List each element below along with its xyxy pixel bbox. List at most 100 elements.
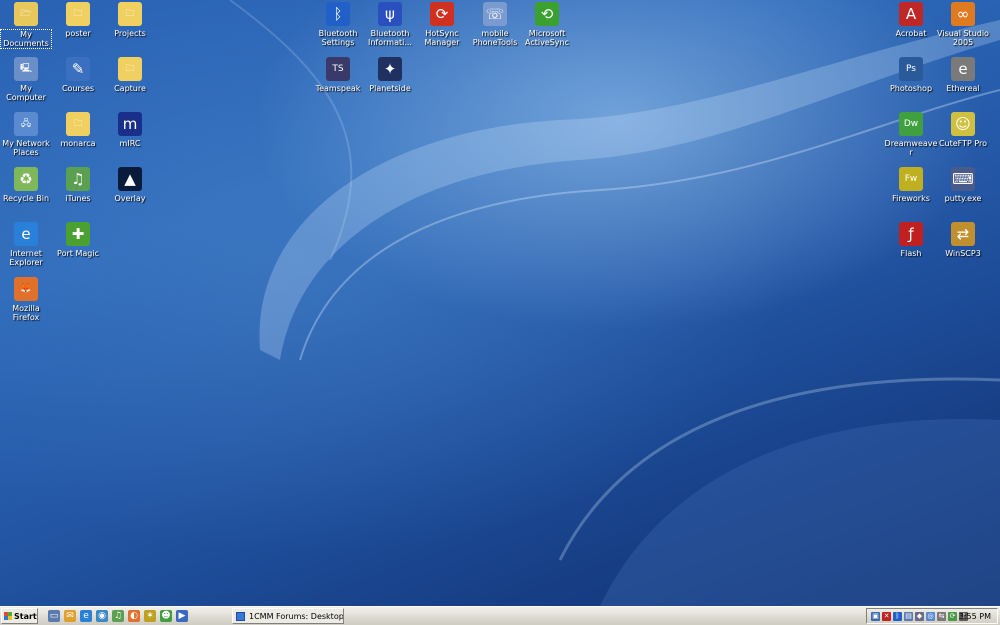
folder-icon: 🗀 — [118, 2, 142, 26]
desktop-icon-label: CuteFTP Pro — [938, 139, 988, 148]
connection-tray-icon[interactable]: ⇆ — [937, 611, 946, 621]
display-tray-icon[interactable]: ▤ — [904, 611, 913, 621]
desktop-icon-label: WinSCP3 — [945, 249, 981, 258]
network-quicklaunch-icon[interactable]: ◉ — [96, 610, 108, 622]
desktop-icon[interactable]: A Acrobat — [885, 0, 937, 38]
desktop-icon[interactable]: ☏ mobile PhoneTools — [469, 0, 521, 47]
desktop-icon-label: Visual Studio 2005 — [937, 29, 989, 47]
port-magic-icon: ✚ — [66, 222, 90, 246]
desktop-icon-label: monarca — [60, 139, 96, 148]
desktop-icon[interactable]: ▲ Overlay — [104, 165, 156, 203]
desktop-icon-label: My Computer — [6, 84, 46, 102]
desktop-icon[interactable]: 🗀 monarca — [52, 110, 104, 148]
taskbar-item-label: 1CMM Forums: Desktops... — [249, 611, 344, 621]
desktop-icon[interactable]: ⌨ putty.exe — [937, 165, 989, 203]
folder-icon: 🗀 — [66, 2, 90, 26]
folder-icon: 🗀 — [66, 112, 90, 136]
bluetooth-tray-icon[interactable]: ᛒ — [893, 611, 902, 621]
desktop-icon[interactable]: ψ Bluetooth Informati... — [364, 0, 416, 47]
update-tray-icon[interactable]: ◎ — [926, 611, 935, 621]
desktop-icon-label: Internet Explorer — [9, 249, 43, 267]
acrobat-icon: A — [899, 2, 923, 26]
network-places-icon: 🖧 — [14, 112, 38, 136]
sync-tray-icon[interactable]: ⟳ — [948, 611, 957, 621]
desktop-icon-label: Recycle Bin — [2, 194, 50, 203]
messenger-quicklaunch-icon[interactable]: ☻ — [160, 610, 172, 622]
courses-shortcut-icon: ✎ — [66, 57, 90, 81]
desktop-icon-label: My Network Places — [2, 139, 50, 157]
desktop-icon[interactable]: 🗀 poster — [52, 0, 104, 38]
desktop-icon[interactable]: 🦊 Mozilla Firefox — [0, 275, 52, 322]
show-desktop-icon[interactable]: ▭ — [48, 610, 60, 622]
dreamweaver-icon: Dw — [899, 112, 923, 136]
start-button[interactable]: Start — [1, 608, 38, 624]
desktop-icon[interactable]: Dw Dreamweaver — [885, 110, 937, 157]
desktop-icon[interactable]: m mIRC — [104, 110, 156, 148]
ie-quicklaunch-icon[interactable]: e — [80, 610, 92, 622]
recycle-bin-icon: ♻ — [14, 167, 38, 191]
desktop-icon-label: Mozilla Firefox — [12, 304, 40, 322]
hotsync-icon: ⟳ — [430, 2, 454, 26]
desktop-icon[interactable]: e Ethereal — [937, 55, 989, 93]
desktop-icon[interactable]: ⟳ HotSync Manager — [416, 0, 468, 47]
flash-icon: ƒ — [899, 222, 923, 246]
desktop[interactable]: 🗁 My Documents 🗀 poster 🗀 Projects 🖳 My Compute… — [0, 0, 1000, 606]
desktop-icon[interactable]: 🗀 Projects — [104, 0, 156, 38]
desktop-icon[interactable]: 🖧 My Network Places — [0, 110, 52, 157]
firefox-quicklaunch-icon[interactable]: ◐ — [128, 610, 140, 622]
fireworks-quicklaunch-icon[interactable]: ✶ — [144, 610, 156, 622]
desktop-icon[interactable]: ⟲ Microsoft ActiveSync — [521, 0, 573, 47]
outlook-icon[interactable]: ✉ — [64, 610, 76, 622]
network-tray-icon[interactable]: ▣ — [871, 611, 880, 621]
desktop-icon[interactable]: ᛒ Bluetooth Settings — [312, 0, 364, 47]
desktop-icon[interactable]: ♫ iTunes — [52, 165, 104, 203]
start-label: Start — [14, 611, 37, 621]
my-computer-icon: 🖳 — [14, 57, 38, 81]
media-player-quicklaunch-icon[interactable]: ▶ — [176, 610, 188, 622]
desktop-icon-label: Port Magic — [57, 249, 99, 258]
desktop-icon-label: Bluetooth Settings — [318, 29, 358, 47]
desktop-icon[interactable]: ✦ Planetside — [364, 55, 416, 93]
desktop-icon[interactable]: ∞ Visual Studio 2005 — [937, 0, 989, 47]
desktop-icon[interactable]: TS Teamspeak — [312, 55, 364, 93]
internet-explorer-icon: e — [14, 222, 38, 246]
windows-logo-icon — [4, 612, 12, 620]
putty-icon: ⌨ — [951, 167, 975, 191]
desktop-icon[interactable]: e Internet Explorer — [0, 220, 52, 267]
desktop-icon[interactable]: 🗁 My Documents — [0, 0, 52, 49]
desktop-icon[interactable]: ƒ Flash — [885, 220, 937, 258]
itunes-quicklaunch-icon[interactable]: ♫ — [112, 610, 124, 622]
desktop-icon[interactable]: Ps Photoshop — [885, 55, 937, 93]
desktop-icon-label: Acrobat — [895, 29, 927, 38]
desktop-icon[interactable]: ♻ Recycle Bin — [0, 165, 52, 203]
desktop-icon[interactable]: 🗀 Capture — [104, 55, 156, 93]
desktop-icon-label: Planetside — [369, 84, 411, 93]
activesync-icon: ⟲ — [535, 2, 559, 26]
clock[interactable]: 3:55 PM — [959, 612, 991, 621]
desktop-icon[interactable]: ☺ CuteFTP Pro — [937, 110, 989, 148]
security-tray-icon[interactable]: ◆ — [915, 611, 924, 621]
taskbar-item-1cmm-forums[interactable]: 1CMM Forums: Desktops... — [232, 608, 344, 624]
system-tray: ▣ ✕ ᛒ ▤ ◆ ◎ ⇆ ⟳ ♪ 3:55 PM — [866, 608, 998, 624]
firefox-icon: 🦊 — [14, 277, 38, 301]
taskbar: Start ▭ ✉ e ◉ ♫ ◐ ✶ ☻ ▶ 1CMM Forums: Desktops...… — [0, 606, 1000, 625]
desktop-icon-label: Courses — [61, 84, 95, 93]
desktop-icon[interactable]: ⇄ WinSCP3 — [937, 220, 989, 258]
desktop-icon-label: Projects — [114, 29, 146, 38]
bluetooth-info-icon: ψ — [378, 2, 402, 26]
desktop-icon[interactable]: 🖳 My Computer — [0, 55, 52, 102]
fireworks-icon: Fw — [899, 167, 923, 191]
desktop-icon-label: mobile PhoneTools — [472, 29, 518, 47]
teamspeak-icon: TS — [326, 57, 350, 81]
disconnected-tray-icon[interactable]: ✕ — [882, 611, 891, 621]
cuteftp-icon: ☺ — [951, 112, 975, 136]
desktop-icon[interactable]: ✎ Courses — [52, 55, 104, 93]
desktop-icon[interactable]: Fw Fireworks — [885, 165, 937, 203]
desktop-icon-label: Photoshop — [889, 84, 933, 93]
desktop-icon-label: poster — [65, 29, 91, 38]
desktop-icon-label: Ethereal — [946, 84, 980, 93]
mirc-icon: m — [118, 112, 142, 136]
desktop-icon-label: Overlay — [114, 194, 146, 203]
desktop-icon[interactable]: ✚ Port Magic — [52, 220, 104, 258]
desktop-icon-label: Bluetooth Informati... — [368, 29, 412, 47]
